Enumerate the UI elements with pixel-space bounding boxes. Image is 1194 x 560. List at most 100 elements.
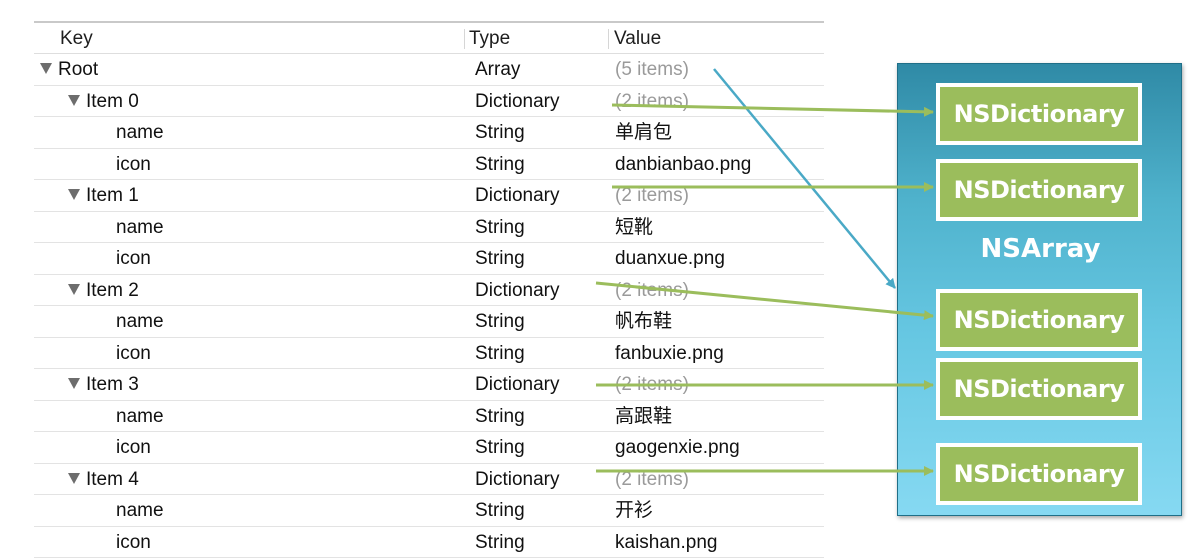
row-key[interactable]: icon — [116, 343, 151, 365]
row-type[interactable]: Dictionary — [475, 91, 559, 113]
row-value[interactable]: (2 items) — [615, 280, 689, 302]
disclosure-triangle-icon[interactable] — [68, 283, 80, 295]
row-value[interactable]: 短靴 — [615, 217, 653, 239]
row-key-label: Item 0 — [86, 90, 139, 112]
row-key-label: name — [116, 500, 164, 521]
column-divider[interactable] — [464, 29, 465, 49]
nsarray-label: NSArray — [980, 234, 1101, 264]
row-key[interactable]: Item 1 — [68, 185, 139, 207]
row-key[interactable]: name — [116, 217, 164, 239]
row-value[interactable]: (2 items) — [615, 374, 689, 396]
column-header-key[interactable]: Key — [60, 28, 93, 50]
row-key[interactable]: Root — [40, 59, 98, 81]
plist-row[interactable]: name String 开衫 — [34, 495, 824, 527]
disclosure-triangle-icon[interactable] — [68, 472, 80, 484]
row-value[interactable]: (2 items) — [615, 185, 689, 207]
row-type[interactable]: String — [475, 154, 525, 176]
row-type[interactable]: Dictionary — [475, 280, 559, 302]
row-key-label: icon — [116, 248, 151, 269]
nsdictionary-box-1: NSDictionary — [936, 159, 1142, 221]
row-key[interactable]: Item 0 — [68, 91, 139, 113]
nsdictionary-box-0: NSDictionary — [936, 83, 1142, 145]
nsdictionary-box-4: NSDictionary — [936, 443, 1142, 505]
row-value[interactable]: danbianbao.png — [615, 154, 751, 176]
row-value[interactable]: (5 items) — [615, 59, 689, 81]
row-value[interactable]: (2 items) — [615, 91, 689, 113]
column-header-value[interactable]: Value — [614, 28, 661, 50]
row-value[interactable]: 帆布鞋 — [615, 311, 672, 333]
plist-row[interactable]: name String 高跟鞋 — [34, 400, 824, 432]
plist-row[interactable]: icon String gaogenxie.png — [34, 432, 824, 464]
row-value[interactable]: 开衫 — [615, 500, 653, 522]
nsdictionary-box-2: NSDictionary — [936, 289, 1142, 351]
row-key-label: Item 1 — [86, 185, 139, 206]
row-key-label: icon — [116, 153, 151, 175]
plist-row[interactable]: icon String duanxue.png — [34, 243, 824, 275]
disclosure-triangle-icon[interactable] — [68, 378, 80, 390]
row-value[interactable]: (2 items) — [615, 469, 689, 491]
row-type[interactable]: String — [475, 500, 525, 522]
row-value[interactable]: gaogenxie.png — [615, 437, 740, 459]
row-key-label: Item 2 — [86, 279, 139, 301]
row-key[interactable]: Item 4 — [68, 469, 139, 491]
plist-row[interactable]: icon String danbianbao.png — [34, 148, 824, 180]
row-key-label: icon — [116, 342, 151, 364]
row-type[interactable]: Dictionary — [475, 374, 559, 396]
row-key-label: name — [116, 311, 164, 332]
plist-editor: Key Type Value Root Array (5 items) Item 0 D… — [34, 21, 824, 559]
row-key[interactable]: name — [116, 311, 164, 333]
plist-row[interactable]: icon String fanbuxie.png — [34, 337, 824, 369]
row-key[interactable]: icon — [116, 248, 151, 270]
row-type[interactable]: Array — [475, 59, 520, 81]
disclosure-triangle-icon[interactable] — [68, 189, 80, 201]
row-key[interactable]: icon — [116, 532, 151, 554]
plist-row-expandable[interactable]: Item 3 Dictionary (2 items) — [34, 369, 824, 401]
row-key-label: name — [116, 122, 164, 143]
plist-row-expandable[interactable]: Item 1 Dictionary (2 items) — [34, 180, 824, 212]
row-type[interactable]: String — [475, 248, 525, 270]
row-key[interactable]: Item 2 — [68, 280, 139, 302]
row-type[interactable]: String — [475, 217, 525, 239]
plist-row[interactable]: name String 帆布鞋 — [34, 306, 824, 338]
row-key-label: icon — [116, 437, 151, 458]
row-value[interactable]: 单肩包 — [615, 122, 672, 144]
plist-row-expandable[interactable]: Item 2 Dictionary (2 items) — [34, 274, 824, 306]
row-key[interactable]: name — [116, 406, 164, 428]
row-type[interactable]: String — [475, 311, 525, 333]
row-key[interactable]: Item 3 — [68, 374, 139, 396]
column-header-row: Key Type Value — [34, 23, 824, 54]
row-type[interactable]: String — [475, 532, 525, 554]
row-type[interactable]: Dictionary — [475, 469, 559, 491]
nsarray-panel: NSDictionary NSDictionary NSArray NSDict… — [897, 63, 1182, 516]
row-value[interactable]: 高跟鞋 — [615, 406, 672, 428]
plist-row[interactable]: name String 单肩包 — [34, 117, 824, 149]
plist-row-expandable[interactable]: Root Array (5 items) — [34, 54, 824, 86]
row-value[interactable]: duanxue.png — [615, 248, 725, 270]
nsdictionary-box-3: NSDictionary — [936, 358, 1142, 420]
column-divider[interactable] — [608, 29, 609, 49]
disclosure-triangle-icon[interactable] — [68, 94, 80, 106]
disclosure-triangle-icon[interactable] — [40, 63, 52, 75]
row-key-label: Item 3 — [86, 374, 139, 395]
row-key-label: Root — [58, 59, 99, 80]
row-key-label: icon — [116, 531, 151, 553]
plist-row[interactable]: name String 短靴 — [34, 211, 824, 243]
row-type[interactable]: Dictionary — [475, 185, 559, 207]
column-header-type[interactable]: Type — [469, 28, 510, 50]
row-type[interactable]: String — [475, 406, 525, 428]
row-value[interactable]: fanbuxie.png — [615, 343, 724, 365]
row-key[interactable]: name — [116, 500, 164, 522]
row-key-label: name — [116, 405, 164, 427]
row-key[interactable]: icon — [116, 154, 151, 176]
row-value[interactable]: kaishan.png — [615, 532, 717, 554]
plist-row-expandable[interactable]: Item 4 Dictionary (2 items) — [34, 463, 824, 495]
row-type[interactable]: String — [475, 122, 525, 144]
row-type[interactable]: String — [475, 343, 525, 365]
row-key[interactable]: name — [116, 122, 164, 144]
plist-row[interactable]: icon String kaishan.png — [34, 526, 824, 558]
row-key-label: name — [116, 216, 164, 238]
plist-rows: Root Array (5 items) Item 0 Dictionary (2 ite… — [34, 54, 824, 558]
row-type[interactable]: String — [475, 437, 525, 459]
plist-row-expandable[interactable]: Item 0 Dictionary (2 items) — [34, 85, 824, 117]
row-key[interactable]: icon — [116, 437, 151, 459]
